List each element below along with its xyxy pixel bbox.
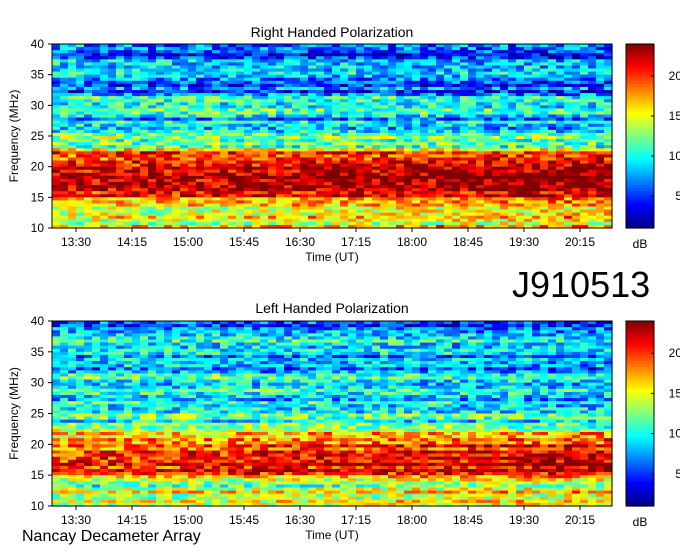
x-tick-label: 15:00 — [173, 235, 203, 249]
y-tick-label: 35 — [31, 68, 45, 82]
y-tick-label: 25 — [31, 129, 45, 143]
colorbar-tick-label: 10 — [669, 427, 680, 441]
x-tick-label: 18:00 — [397, 235, 427, 249]
colorbar-label: dB — [633, 515, 648, 529]
colorbar-tick-label: 20 — [669, 346, 680, 360]
x-tick-label: 14:15 — [117, 235, 147, 249]
y-tick-label: 25 — [31, 407, 45, 421]
x-tick-label: 18:00 — [397, 513, 427, 527]
heatmap-cells — [52, 321, 613, 507]
x-tick-label: 13:30 — [61, 513, 91, 527]
y-tick-label: 10 — [31, 221, 45, 235]
x-tick-label: 16:30 — [285, 235, 315, 249]
x-axis-label: Time (UT) — [305, 250, 359, 264]
x-tick-label: 15:45 — [229, 513, 259, 527]
colorbar — [626, 321, 654, 507]
x-tick-label: 15:45 — [229, 235, 259, 249]
x-tick-label: 18:45 — [453, 235, 483, 249]
y-tick-label: 40 — [31, 314, 45, 328]
y-axis-label: Frequency (MHz) — [7, 90, 21, 183]
spectrogram-panel-left: 10 15 20 25 30 35 40 13:30 14:15 15:00 15:45 16:30 1… — [7, 314, 680, 542]
colorbar-tick-label: 10 — [669, 149, 680, 163]
spectrogram-panel-right: 10 15 20 25 30 35 40 13:30 14:15 15:00 15:45 16:30 1… — [7, 37, 680, 264]
x-tick-label: 19:30 — [509, 235, 539, 249]
spectrogram-figure: 10 15 20 25 30 35 40 13:30 14:15 15:00 15:45 16:30 1… — [7, 37, 680, 542]
y-tick-label: 10 — [31, 499, 45, 513]
colorbar-tick-label: 5 — [675, 189, 680, 203]
heatmap-cells — [52, 44, 613, 229]
x-tick-label: 14:15 — [117, 513, 147, 527]
y-tick-label: 20 — [31, 437, 45, 451]
x-axis-label: Time (UT) — [305, 528, 359, 542]
y-tick-label: 15 — [31, 468, 45, 482]
y-tick-label: 15 — [31, 190, 45, 204]
colorbar-tick-label: 20 — [669, 69, 680, 83]
colorbar — [626, 44, 654, 229]
y-tick-label: 40 — [31, 37, 45, 51]
colorbar-label: dB — [633, 237, 648, 251]
x-tick-label: 19:30 — [509, 513, 539, 527]
colorbar-tick-label: 15 — [669, 109, 680, 123]
colorbar-tick-label: 5 — [675, 467, 680, 481]
x-tick-label: 17:15 — [341, 513, 371, 527]
x-tick-label: 20:15 — [565, 235, 595, 249]
colorbar-tick-label: 15 — [669, 386, 680, 400]
y-tick-label: 30 — [31, 98, 45, 112]
y-axis-label: Frequency (MHz) — [7, 367, 21, 460]
y-tick-label: 35 — [31, 345, 45, 359]
y-tick-label: 30 — [31, 376, 45, 390]
x-tick-label: 13:30 — [61, 235, 91, 249]
x-tick-label: 17:15 — [341, 235, 371, 249]
x-tick-label: 18:45 — [453, 513, 483, 527]
x-tick-label: 16:30 — [285, 513, 315, 527]
y-tick-label: 20 — [31, 160, 45, 174]
x-tick-label: 15:00 — [173, 513, 203, 527]
x-tick-label: 20:15 — [565, 513, 595, 527]
